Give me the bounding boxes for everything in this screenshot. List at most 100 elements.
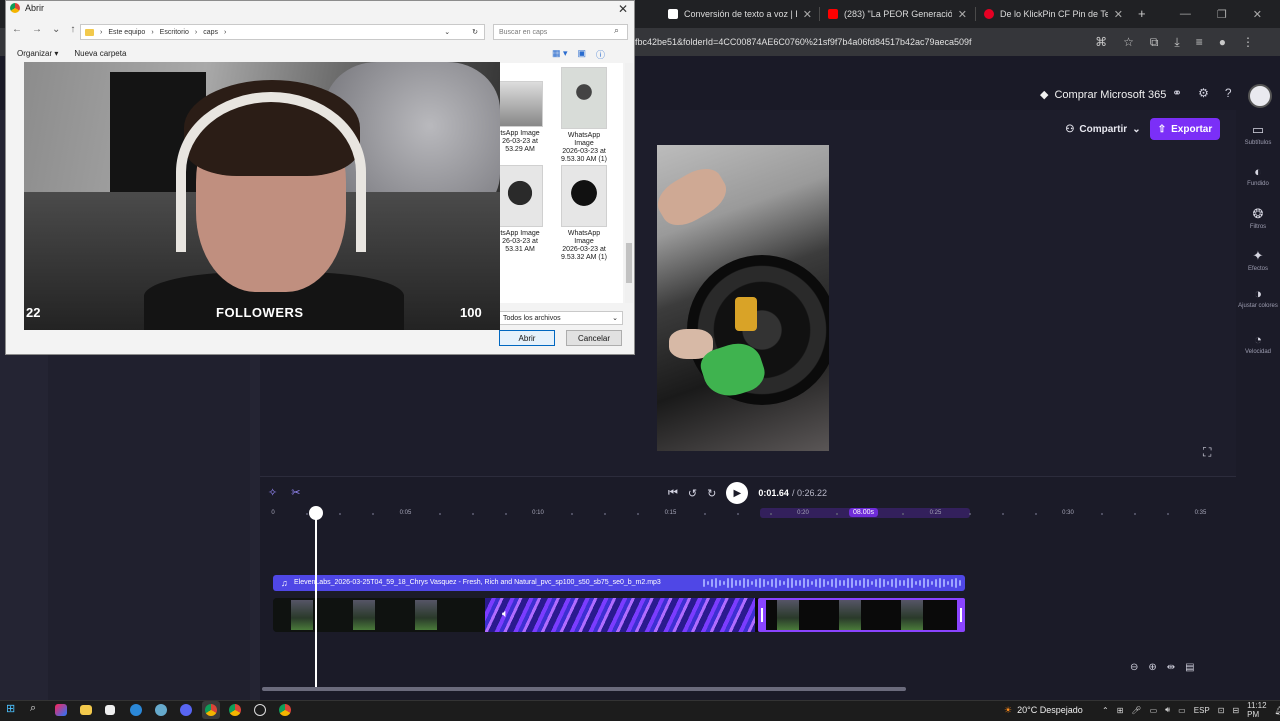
weather-widget[interactable]: ☀ 20°C Despejado bbox=[1004, 701, 1083, 719]
export-button[interactable]: ⇧ Exportar bbox=[1150, 118, 1220, 140]
fullscreen-icon[interactable]: ⛶ bbox=[1203, 445, 1211, 460]
bookmark-star-icon[interactable]: ☆ bbox=[1123, 35, 1134, 49]
address-bar[interactable]: 2fbc42be51&folderId=4CC00874AE6C0760%21s… bbox=[630, 32, 1100, 52]
rail-item-speed[interactable]: ◔ Velocidad bbox=[1236, 332, 1280, 355]
rewind-5s-icon[interactable]: ↺ bbox=[688, 487, 697, 500]
close-tab-icon[interactable]: ✕ bbox=[1114, 8, 1123, 21]
new-folder-button[interactable]: Nueva carpeta bbox=[74, 49, 126, 58]
play-button[interactable]: ▶ bbox=[726, 482, 749, 504]
file-item[interactable]: tsApp Image 26-03-23 at 53.29 AM bbox=[495, 71, 545, 154]
settings-gear-icon[interactable]: ⚙ bbox=[1198, 86, 1209, 100]
rail-item-effects[interactable]: ✦ Efectos bbox=[1236, 248, 1280, 272]
avatar[interactable] bbox=[1248, 84, 1272, 108]
help-icon[interactable]: ⓘ bbox=[596, 48, 605, 61]
edge-icon[interactable] bbox=[130, 704, 142, 716]
preview-pane-icon[interactable]: ▣ bbox=[578, 48, 587, 61]
chrome-icon[interactable] bbox=[229, 704, 241, 716]
open-button[interactable]: Abrir bbox=[499, 330, 555, 346]
tray-chevron-icon[interactable]: ⌃ bbox=[1102, 706, 1109, 715]
breadcrumb-item[interactable]: Escritorio bbox=[160, 29, 189, 36]
store-icon[interactable] bbox=[105, 705, 115, 715]
translate-icon[interactable]: ⌘ bbox=[1095, 35, 1107, 49]
up-arrow-icon[interactable]: ↑ bbox=[70, 24, 75, 35]
search-icon[interactable]: ⌕ bbox=[30, 702, 46, 718]
keyboard-language[interactable]: ESP bbox=[1194, 706, 1210, 715]
scrollbar-thumb[interactable] bbox=[626, 243, 632, 283]
cancel-button[interactable]: Cancelar bbox=[566, 330, 622, 346]
split-scissors-icon[interactable]: ✂ bbox=[291, 486, 300, 499]
time-ruler[interactable]: 0 0:05 0:10 0:15 0:20 0:25 0:30 0:35 bbox=[262, 505, 1222, 521]
skip-back-icon[interactable]: ⏮ bbox=[668, 487, 678, 500]
video-clip-1[interactable] bbox=[273, 598, 485, 632]
magic-tool-icon[interactable]: ✧ bbox=[268, 486, 277, 499]
help-icon[interactable]: ? bbox=[1225, 86, 1232, 100]
forward-5s-icon[interactable]: ↻ bbox=[707, 487, 716, 500]
trim-handle-right[interactable] bbox=[957, 598, 965, 632]
trim-handle-left[interactable] bbox=[758, 598, 766, 632]
rail-item-adjust-colors[interactable]: ◑ Ajustar colores bbox=[1236, 286, 1280, 309]
playhead-handle[interactable] bbox=[309, 506, 323, 520]
refresh-icon[interactable]: ↻ bbox=[472, 28, 478, 36]
zoom-out-icon[interactable]: ⊖ bbox=[1130, 662, 1138, 673]
rail-item-filters[interactable]: ❂ Filtros bbox=[1236, 206, 1280, 230]
dialog-close-icon[interactable]: ✕ bbox=[618, 2, 628, 16]
breadcrumb[interactable]: › Este equipo › Escritorio › caps › ⌄ ↻ bbox=[80, 24, 485, 40]
file-item[interactable]: tsApp Image 26-03-23 at 53.31 AM bbox=[495, 165, 545, 254]
tray-app-icon[interactable]: ▭ bbox=[1150, 706, 1158, 715]
breadcrumb-item[interactable]: Este equipo bbox=[108, 29, 145, 36]
fit-timeline-icon[interactable]: ⇹ bbox=[1167, 662, 1175, 673]
timeline-scrollbar[interactable] bbox=[262, 687, 906, 691]
rail-item-subtitles[interactable]: ▭ Subtítulos bbox=[1236, 122, 1280, 146]
tray-app-icon[interactable]: ⊞ bbox=[1117, 706, 1124, 715]
microphone-icon[interactable]: 🎤︎ bbox=[1131, 706, 1141, 715]
zoom-in-icon[interactable]: ⊕ bbox=[1148, 662, 1156, 673]
tab-youtube[interactable]: (283) "La PEOR Generación pa ✕ bbox=[820, 3, 975, 25]
back-arrow-icon[interactable]: ← bbox=[12, 24, 22, 35]
minimize-icon[interactable]: — bbox=[1180, 8, 1191, 20]
battery-icon[interactable]: ▭ bbox=[1178, 706, 1186, 715]
speaker-icon[interactable]: 🔊︎ bbox=[1165, 705, 1170, 715]
chrome-icon[interactable] bbox=[279, 704, 291, 716]
notifications-icon[interactable]: 🔔︎ bbox=[1275, 706, 1280, 715]
file-item[interactable]: WhatsApp Image 2026-03-23 at 9.53.30 AM … bbox=[559, 67, 609, 164]
rail-item-fade[interactable]: ◐ Fundido bbox=[1236, 164, 1280, 187]
new-tab-icon[interactable]: + bbox=[1138, 6, 1146, 21]
discord-icon[interactable] bbox=[180, 704, 192, 716]
chevron-down-icon[interactable]: ⌄ bbox=[52, 24, 60, 35]
file-type-select[interactable]: Todos los archivos ⌄ bbox=[499, 311, 623, 325]
file-explorer-icon[interactable] bbox=[80, 705, 92, 715]
profile-icon[interactable]: ● bbox=[1219, 35, 1226, 49]
close-tab-icon[interactable]: ✕ bbox=[958, 8, 967, 21]
reading-list-icon[interactable]: ≡ bbox=[1196, 35, 1203, 49]
playhead[interactable] bbox=[315, 508, 317, 688]
obs-icon[interactable] bbox=[254, 704, 266, 716]
maximize-icon[interactable]: ❐ bbox=[1217, 8, 1227, 21]
network-icon[interactable]: ⊡ bbox=[1218, 706, 1225, 715]
close-window-icon[interactable]: ✕ bbox=[1253, 8, 1262, 21]
connect-icon[interactable]: ⚭ bbox=[1172, 86, 1182, 100]
file-item[interactable]: WhatsApp Image 2026-03-23 at 9.53.32 AM … bbox=[559, 165, 609, 262]
buy-microsoft-365-button[interactable]: ◆ Comprar Microsoft 365 bbox=[1040, 88, 1166, 102]
forward-arrow-icon[interactable]: → bbox=[32, 24, 42, 35]
volume-icon[interactable]: 🔈︎ bbox=[502, 608, 509, 621]
tab-klickpin[interactable]: De lo KlickPin CF Pin de Teddy ✕ bbox=[976, 3, 1131, 25]
extensions-icon[interactable]: ⧉ bbox=[1150, 35, 1159, 50]
close-tab-icon[interactable]: ✕ bbox=[803, 8, 812, 21]
search-input[interactable]: Buscar en caps bbox=[493, 24, 628, 40]
windows-start-icon[interactable]: ⊞ bbox=[6, 702, 22, 718]
copilot-icon[interactable] bbox=[55, 704, 67, 716]
more-menu-icon[interactable]: ⋮ bbox=[1242, 35, 1254, 49]
video-clip-2[interactable] bbox=[485, 598, 755, 632]
tab-elevenlabs[interactable]: Conversión de texto a voz | Ele ✕ bbox=[660, 3, 820, 25]
breadcrumb-item[interactable]: caps bbox=[203, 29, 218, 36]
download-icon[interactable]: ⤓ bbox=[1174, 35, 1179, 50]
organize-button[interactable]: Organizar ▾ bbox=[17, 49, 58, 58]
share-button[interactable]: ⚇ Compartir ⌄ bbox=[1060, 118, 1146, 140]
view-options-icon[interactable]: ▦ ▾ bbox=[552, 48, 568, 61]
path-dropdown-icon[interactable]: ⌄ bbox=[444, 28, 450, 36]
app-icon[interactable] bbox=[155, 704, 167, 716]
clock[interactable]: 11:12 PM bbox=[1247, 701, 1266, 719]
tray-app-icon[interactable]: ⊟ bbox=[1232, 706, 1239, 715]
video-preview[interactable] bbox=[657, 145, 829, 451]
expand-timeline-icon[interactable]: ▤ bbox=[1185, 662, 1194, 673]
